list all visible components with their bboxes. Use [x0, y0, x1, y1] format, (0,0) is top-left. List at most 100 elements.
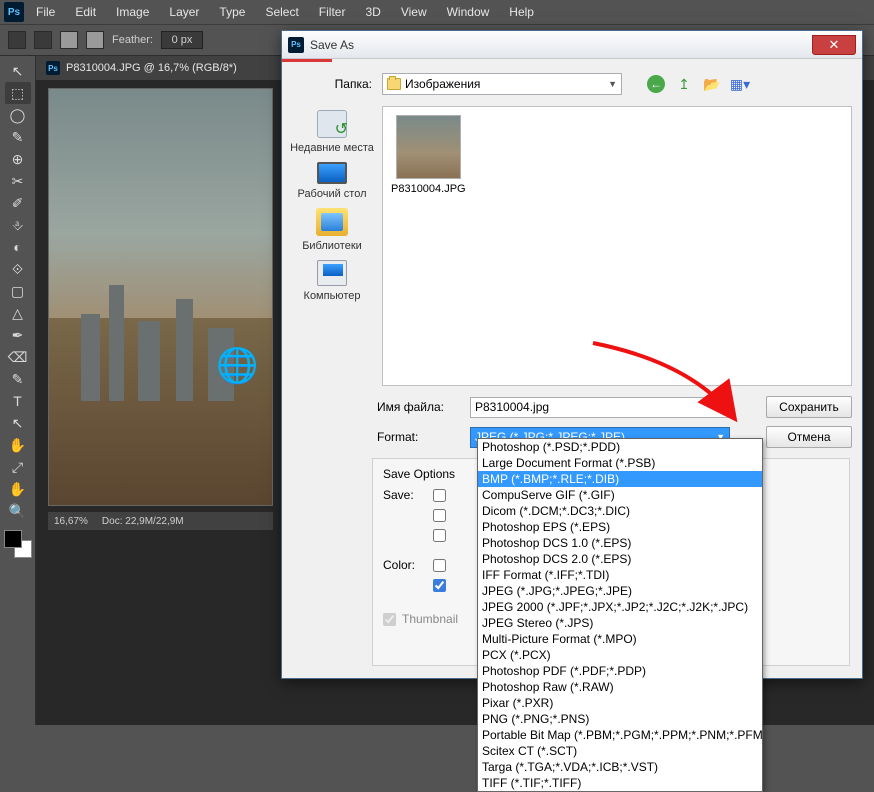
places-recent[interactable]: Недавние места — [287, 110, 377, 154]
format-option[interactable]: Dicom (*.DCM;*.DC3;*.DIC) — [478, 503, 762, 519]
format-option[interactable]: JPEG Stereo (*.JPS) — [478, 615, 762, 631]
format-option[interactable]: Photoshop (*.PSD;*.PDD) — [478, 439, 762, 455]
menu-select[interactable]: Select — [255, 1, 308, 23]
format-option[interactable]: Large Document Format (*.PSB) — [478, 455, 762, 471]
tools-panel: ↖⬚◯✎⊕✂✐⎀◐⟐▢△✒⌫✎T↖✋⤢✋🔍 — [0, 56, 36, 725]
places-computer[interactable]: Компьютер — [287, 260, 377, 302]
opt-swatch-1[interactable] — [8, 31, 26, 49]
desktop-icon — [317, 162, 347, 184]
tab-title: P8310004.JPG @ 16,7% (RGB/8*) — [66, 62, 237, 74]
save-opt-check-1[interactable] — [433, 489, 446, 502]
tool-9[interactable]: ⟐ — [5, 258, 31, 280]
tool-11[interactable]: △ — [5, 302, 31, 324]
tool-8[interactable]: ◐ — [5, 236, 31, 258]
menubar: Ps FileEditImageLayerTypeSelectFilter3DV… — [0, 0, 874, 24]
folder-label: Папка: — [302, 77, 372, 91]
nav-back-icon[interactable]: ← — [647, 75, 665, 93]
opt-swatch-3[interactable] — [60, 31, 78, 49]
format-option[interactable]: Photoshop EPS (*.EPS) — [478, 519, 762, 535]
menu-help[interactable]: Help — [499, 1, 544, 23]
tool-12[interactable]: ✒ — [5, 324, 31, 346]
tool-2[interactable]: ◯ — [5, 104, 31, 126]
tool-18[interactable]: ⤢ — [5, 456, 31, 478]
view-menu-icon[interactable]: ▦▾ — [731, 75, 749, 93]
places-recent-label: Недавние места — [290, 142, 374, 154]
format-option[interactable]: Photoshop DCS 2.0 (*.EPS) — [478, 551, 762, 567]
chevron-down-icon: ▼ — [608, 79, 617, 89]
format-option[interactable]: IFF Format (*.IFF;*.TDI) — [478, 567, 762, 583]
format-option[interactable]: Photoshop DCS 1.0 (*.EPS) — [478, 535, 762, 551]
places-desktop[interactable]: Рабочий стол — [287, 162, 377, 200]
tool-10[interactable]: ▢ — [5, 280, 31, 302]
format-option[interactable]: Photoshop PDF (*.PDF;*.PDP) — [478, 663, 762, 679]
tool-13[interactable]: ⌫ — [5, 346, 31, 368]
dialog-ps-icon: Ps — [288, 37, 304, 53]
format-option[interactable]: Photoshop Raw (*.RAW) — [478, 679, 762, 695]
computer-icon — [317, 260, 347, 286]
color-opt-check-1[interactable] — [433, 559, 446, 572]
cancel-button[interactable]: Отмена — [766, 426, 852, 448]
color-opt-check-2[interactable] — [433, 579, 446, 592]
menu-layer[interactable]: Layer — [159, 1, 209, 23]
chevron-down-icon: ▼ — [716, 402, 725, 412]
color-swatches[interactable] — [4, 530, 32, 558]
feather-value[interactable]: 0 px — [161, 31, 203, 49]
menu-window[interactable]: Window — [437, 1, 500, 23]
save-opt-check-3[interactable] — [433, 529, 446, 542]
dialog-titlebar[interactable]: Ps Save As ✕ — [282, 31, 862, 59]
tool-20[interactable]: 🔍 — [5, 500, 31, 522]
format-option[interactable]: PCX (*.PCX) — [478, 647, 762, 663]
format-option[interactable]: Targa (*.TGA;*.VDA;*.ICB;*.VST) — [478, 759, 762, 775]
format-option[interactable]: Scitex CT (*.SCT) — [478, 743, 762, 759]
window-close-button[interactable]: ✕ — [812, 35, 856, 55]
format-option[interactable]: Pixar (*.PXR) — [478, 695, 762, 711]
opt-swatch-4[interactable] — [86, 31, 104, 49]
folder-combo[interactable]: Изображения ▼ — [382, 73, 622, 95]
tool-16[interactable]: ↖ — [5, 412, 31, 434]
tool-7[interactable]: ⎀ — [5, 214, 31, 236]
filename-value: P8310004.jpg — [475, 400, 549, 414]
canvas-image[interactable] — [48, 88, 273, 506]
format-dropdown-list[interactable]: Photoshop (*.PSD;*.PDD)Large Document Fo… — [477, 438, 763, 792]
tool-19[interactable]: ✋ — [5, 478, 31, 500]
save-opt-check-2[interactable] — [433, 509, 446, 522]
format-option[interactable]: Portable Bit Map (*.PBM;*.PGM;*.PPM;*.PN… — [478, 727, 762, 743]
menu-image[interactable]: Image — [106, 1, 159, 23]
format-option[interactable]: CompuServe GIF (*.GIF) — [478, 487, 762, 503]
tool-14[interactable]: ✎ — [5, 368, 31, 390]
menu-filter[interactable]: Filter — [309, 1, 356, 23]
menu-type[interactable]: Type — [209, 1, 255, 23]
filename-input[interactable]: P8310004.jpg ▼ — [470, 397, 730, 418]
menu-file[interactable]: File — [26, 1, 65, 23]
places-bar: Недавние места Рабочий стол Библиотеки К… — [282, 106, 382, 386]
format-option[interactable]: BMP (*.BMP;*.RLE;*.DIB) — [478, 471, 762, 487]
tool-5[interactable]: ✂ — [5, 170, 31, 192]
menu-3d[interactable]: 3D — [355, 1, 390, 23]
filename-label: Имя файла: — [377, 400, 462, 414]
format-option[interactable]: JPEG 2000 (*.JPF;*.JPX;*.JP2;*.J2C;*.J2K… — [478, 599, 762, 615]
opt-swatch-2[interactable] — [34, 31, 52, 49]
tool-3[interactable]: ✎ — [5, 126, 31, 148]
file-thumb[interactable]: P8310004.JPG — [391, 115, 466, 195]
format-option[interactable]: ✔JPEG (*.JPG;*.JPEG;*.JPE) — [478, 583, 762, 599]
places-libraries[interactable]: Библиотеки — [287, 208, 377, 252]
format-option[interactable]: TIFF (*.TIF;*.TIFF) — [478, 775, 762, 791]
tool-6[interactable]: ✐ — [5, 192, 31, 214]
tool-17[interactable]: ✋ — [5, 434, 31, 456]
format-option[interactable]: Multi-Picture Format (*.MPO) — [478, 631, 762, 647]
tool-4[interactable]: ⊕ — [5, 148, 31, 170]
nav-up-icon[interactable]: ↥ — [675, 75, 693, 93]
tool-15[interactable]: T — [5, 390, 31, 412]
new-folder-icon[interactable]: 📂 — [703, 75, 721, 93]
tool-0[interactable]: ↖ — [5, 60, 31, 82]
foreground-color-swatch[interactable] — [4, 530, 22, 548]
menu-edit[interactable]: Edit — [65, 1, 106, 23]
folder-value: Изображения — [405, 77, 480, 91]
menu-view[interactable]: View — [391, 1, 437, 23]
document-tab[interactable]: Ps P8310004.JPG @ 16,7% (RGB/8*) — [36, 56, 247, 80]
tool-1[interactable]: ⬚ — [5, 82, 31, 104]
file-view[interactable]: P8310004.JPG — [382, 106, 852, 386]
tab-ps-icon: Ps — [46, 61, 60, 75]
zoom-level[interactable]: 16,67% — [54, 516, 88, 527]
save-button[interactable]: Сохранить — [766, 396, 852, 418]
